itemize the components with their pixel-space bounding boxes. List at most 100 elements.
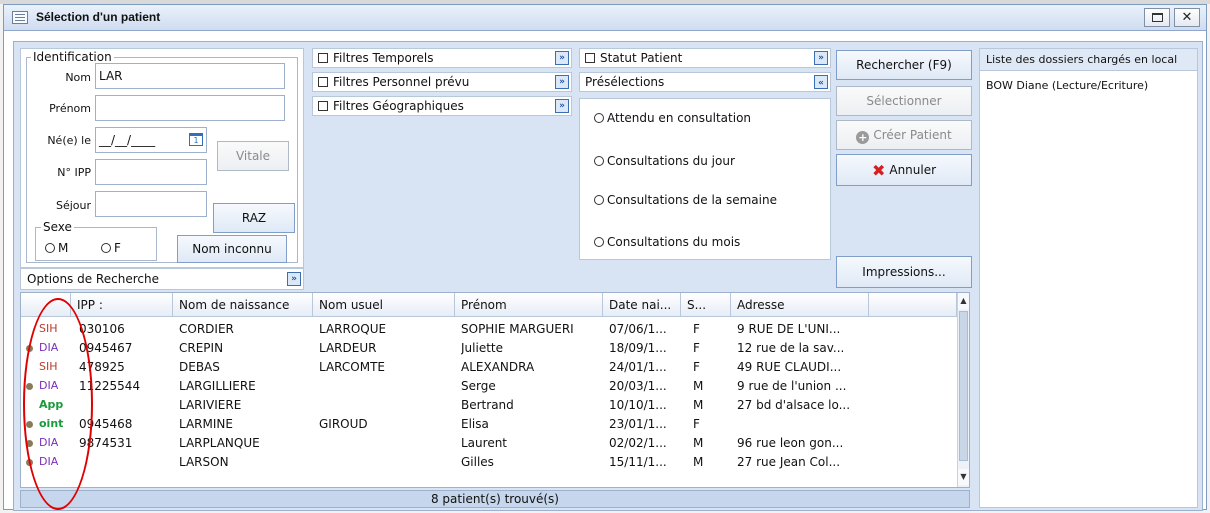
cell-ipp: 9874531 xyxy=(79,436,133,450)
presel-attendu-radio[interactable]: Attendu en consultation xyxy=(594,111,751,125)
table-row[interactable]: SIH 030106 CORDIER LARROQUE SOPHIE MARGUERI 0… xyxy=(21,320,957,339)
chevron-down-icon[interactable]: » xyxy=(555,75,569,89)
cell-date: 07/06/1... xyxy=(609,322,667,336)
statut-patient-checkbox[interactable] xyxy=(585,53,595,63)
chevron-up-icon[interactable]: » xyxy=(814,75,828,89)
cell-sexe: M xyxy=(693,455,704,469)
cell-ipp: 478925 xyxy=(79,360,125,374)
cell-usuel: GIROUD xyxy=(319,417,368,431)
chevron-down-icon[interactable]: » xyxy=(555,51,569,65)
rechercher-button[interactable]: Rechercher (F9) xyxy=(836,50,972,80)
prenom-input[interactable] xyxy=(95,95,285,121)
cell-usuel: LARROQUE xyxy=(319,322,387,336)
presel-jour-radio[interactable]: Consultations du jour xyxy=(594,154,735,168)
cell-ipp: 0945467 xyxy=(79,341,133,355)
table-row[interactable]: DIA 0945467 CREPIN LARDEUR Juliette 18/09/1..… xyxy=(21,339,957,358)
title-bar: Sélection d'un patient ✕ xyxy=(4,5,1206,31)
filtres-temporels-checkbox[interactable] xyxy=(318,53,328,63)
statut-patient-row[interactable]: Statut Patient » xyxy=(579,48,831,68)
options-recherche-bar[interactable]: Options de Recherche » xyxy=(20,268,304,290)
close-button[interactable]: ✕ xyxy=(1174,8,1200,27)
radio-off-icon xyxy=(594,237,604,247)
col-adresse[interactable]: Adresse xyxy=(731,293,869,317)
cell-adresse: 27 rue Jean Col... xyxy=(737,455,841,469)
scroll-thumb[interactable] xyxy=(959,311,968,461)
impressions-button[interactable]: Impressions... xyxy=(836,256,972,288)
nom-input[interactable]: LAR xyxy=(95,63,285,89)
local-dossiers-panel: Liste des dossiers chargés en local BOW … xyxy=(979,48,1198,508)
radio-off-icon xyxy=(594,156,604,166)
chevron-down-icon[interactable]: » xyxy=(555,99,569,113)
table-row[interactable]: oint 0945468 LARMINE GIROUD Elisa 23/01/1... F xyxy=(21,415,957,434)
col-prenom[interactable]: Prénom xyxy=(455,293,603,317)
calendar-icon[interactable]: 1 xyxy=(189,133,203,146)
sexe-m-radio[interactable]: M xyxy=(45,241,68,255)
selectionner-button[interactable]: Sélectionner xyxy=(836,86,972,116)
cell-date: 18/09/1... xyxy=(609,341,667,355)
col-ipp[interactable]: IPP : xyxy=(71,293,173,317)
maximize-button[interactable] xyxy=(1144,8,1170,27)
presel-mois-radio[interactable]: Consultations du mois xyxy=(594,235,740,249)
presel-label: Consultations de la semaine xyxy=(607,193,777,207)
preselections-panel: Attendu en consultation Consultations du… xyxy=(579,98,831,260)
annuler-button[interactable]: ✖ Annuler xyxy=(836,154,972,186)
dialog-client: Identification Nom LAR Prénom Né(e) le _… xyxy=(13,41,1203,511)
cell-date: 10/10/1... xyxy=(609,398,667,412)
annuler-label: Annuler xyxy=(889,163,937,177)
sexe-m-label: M xyxy=(58,241,69,255)
cell-date: 02/02/1... xyxy=(609,436,667,450)
filtres-geographiques-row[interactable]: Filtres Géographiques » xyxy=(312,96,572,116)
table-row[interactable]: DIA 11225544 LARGILLIERE Serge 20/03/1... M 9 … xyxy=(21,377,957,396)
sejour-input[interactable] xyxy=(95,191,207,217)
col-date-naissance[interactable]: Date nai... xyxy=(603,293,681,317)
status-bar: 8 patient(s) trouvé(s) xyxy=(20,490,970,508)
radio-off-icon xyxy=(594,195,604,205)
presel-semaine-radio[interactable]: Consultations de la semaine xyxy=(594,193,777,207)
cell-sexe: M xyxy=(693,398,704,412)
cell-prenom: Bertrand xyxy=(461,398,514,412)
cell-date: 24/01/1... xyxy=(609,360,667,374)
cell-ipp: 0945468 xyxy=(79,417,133,431)
radio-off-icon xyxy=(594,113,604,123)
cell-prenom: Gilles xyxy=(461,455,494,469)
table-row[interactable]: App LARIVIERE Bertrand 10/10/1... M 27 bd d'a… xyxy=(21,396,957,415)
chevron-down-icon[interactable]: » xyxy=(814,51,828,65)
col-nom-naissance[interactable]: Nom de naissance xyxy=(173,293,313,317)
cell-prenom: Laurent xyxy=(461,436,508,450)
cell-sexe: M xyxy=(693,436,704,450)
ipp-input[interactable] xyxy=(95,159,207,185)
scroll-up-icon[interactable]: ▲ xyxy=(958,293,969,309)
preselections-row[interactable]: Présélections » xyxy=(579,72,831,92)
creer-patient-button[interactable]: + Créer Patient xyxy=(836,120,972,150)
filtres-personnel-checkbox[interactable] xyxy=(318,77,328,87)
table-row[interactable]: DIA 9874531 LARPLANQUE Laurent 02/02/1... M 96… xyxy=(21,434,957,453)
cell-nom: CREPIN xyxy=(179,341,224,355)
table-row[interactable]: DIA LARSON Gilles 15/11/1... M 27 rue Jean Co… xyxy=(21,453,957,472)
raz-button[interactable]: RAZ xyxy=(213,203,295,233)
cell-adresse: 49 RUE CLAUDI... xyxy=(737,360,842,374)
plus-circle-icon: + xyxy=(856,131,870,144)
filtres-temporels-row[interactable]: Filtres Temporels » xyxy=(312,48,572,68)
cell-ipp: 030106 xyxy=(79,322,125,336)
table-row[interactable]: SIH 478925 DEBAS LARCOMTE ALEXANDRA 24/01/1..… xyxy=(21,358,957,377)
cell-prenom: ALEXANDRA xyxy=(461,360,535,374)
vitale-button[interactable]: Vitale xyxy=(217,141,289,171)
cell-sexe: F xyxy=(693,322,700,336)
filtres-personnel-row[interactable]: Filtres Personnel prévu » xyxy=(312,72,572,92)
nom-inconnu-button[interactable]: Nom inconnu xyxy=(177,235,287,263)
cell-nom: CORDIER xyxy=(179,322,234,336)
cell-sexe: M xyxy=(693,379,704,393)
radio-off-icon xyxy=(101,243,111,253)
col-nom-usuel[interactable]: Nom usuel xyxy=(313,293,455,317)
scroll-down-icon[interactable]: ▼ xyxy=(958,469,969,485)
cell-adresse: 9 rue de l'union ... xyxy=(737,379,847,393)
cell-nom: LARPLANQUE xyxy=(179,436,260,450)
col-sexe[interactable]: S... xyxy=(681,293,731,317)
cell-adresse: 12 rue de la sav... xyxy=(737,341,845,355)
chevron-down-icon[interactable]: » xyxy=(287,272,301,286)
sexe-f-radio[interactable]: F xyxy=(101,241,121,255)
grid-scrollbar[interactable]: ▲ ▼ xyxy=(957,293,969,487)
local-dossier-item[interactable]: BOW Diane (Lecture/Ecriture) xyxy=(986,79,1148,92)
filtres-geographiques-checkbox[interactable] xyxy=(318,101,328,111)
cell-adresse: 96 rue leon gon... xyxy=(737,436,844,450)
